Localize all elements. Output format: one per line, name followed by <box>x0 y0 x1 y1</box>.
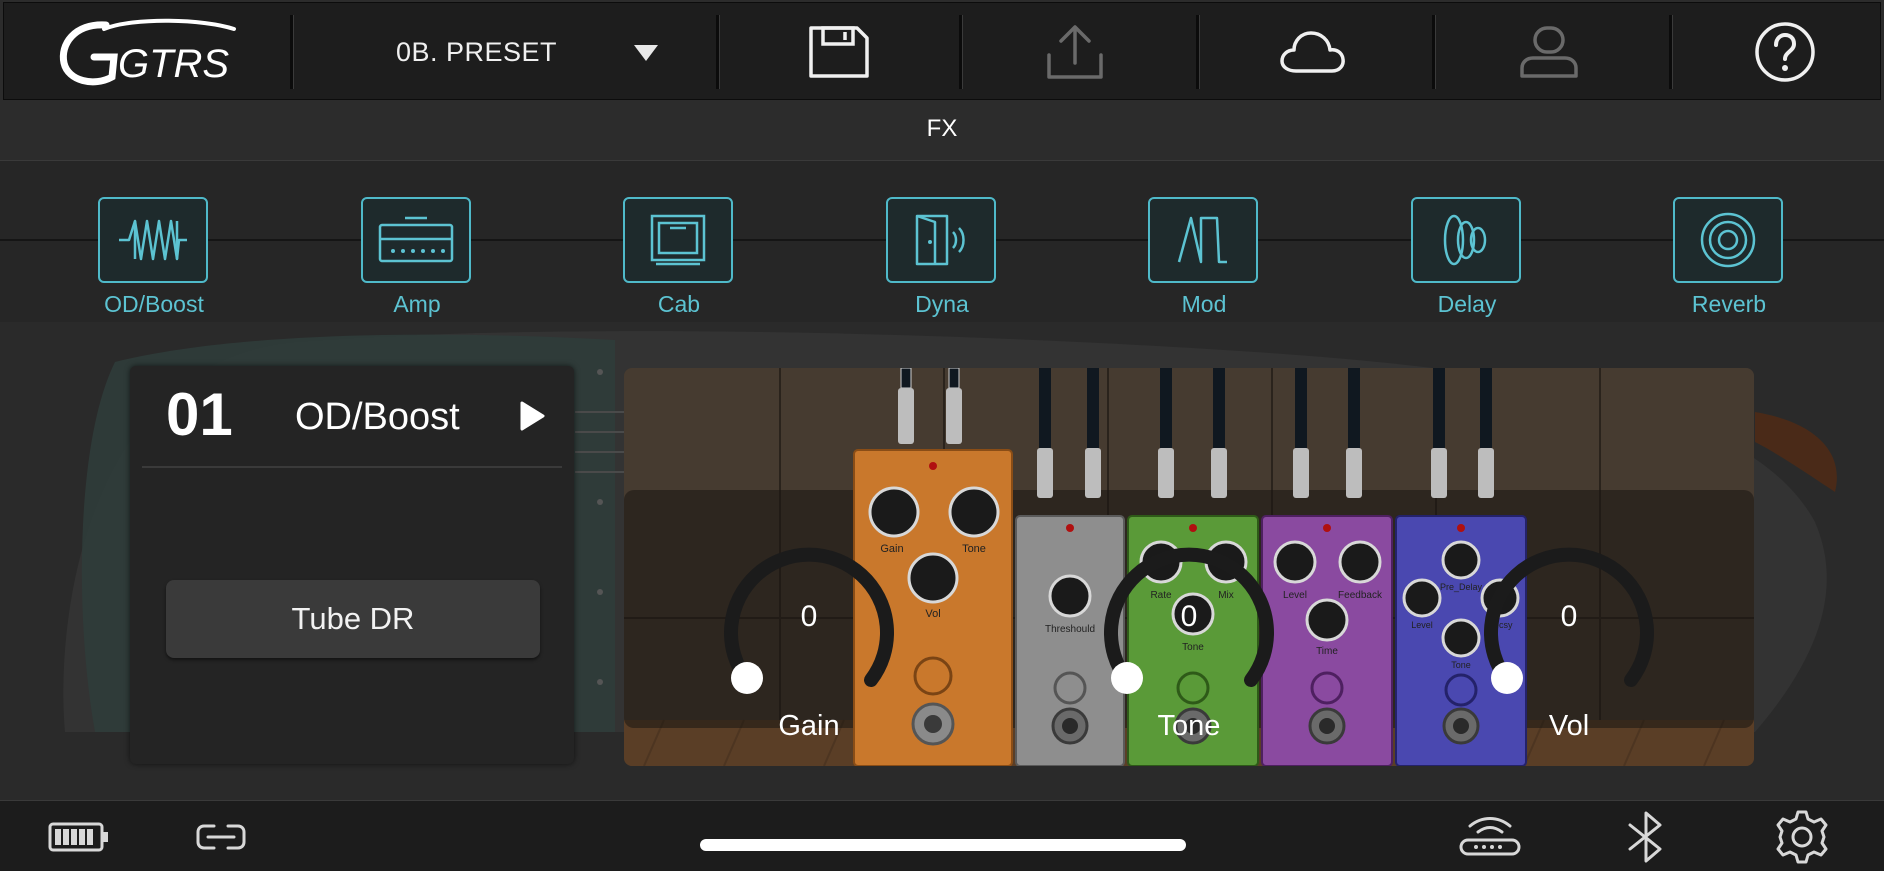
pedal-knob-label: Feedback <box>1338 590 1383 601</box>
effect-label: Reverb <box>1691 291 1767 317</box>
cloud-icon <box>1280 31 1345 73</box>
cloud-button[interactable] <box>1278 19 1348 85</box>
pedal-knob-label: Time <box>1316 646 1338 657</box>
fx-title: FX <box>926 115 958 142</box>
link-button[interactable] <box>196 815 246 859</box>
user-icon <box>1520 26 1578 78</box>
divider <box>142 466 562 468</box>
top-bar: GTRS 0B. PRESET <box>3 2 1881 100</box>
mod-icon <box>1177 216 1227 264</box>
knob-handle[interactable] <box>731 662 763 694</box>
save-button[interactable] <box>804 19 874 85</box>
effect-label: OD/Boost <box>104 291 204 317</box>
effect-cab[interactable]: Cab <box>623 197 735 318</box>
od-boost-icon <box>119 219 187 261</box>
knob-label: Vol <box>1548 710 1590 742</box>
delay-icon <box>1443 214 1487 266</box>
upload-button[interactable] <box>1040 19 1110 85</box>
logo-text: GTRS <box>118 42 229 86</box>
cab-icon <box>650 214 706 266</box>
link-icon <box>196 824 246 850</box>
preset-name[interactable]: 0B. PRESET <box>396 37 557 68</box>
module-type: OD/Boost <box>295 396 460 438</box>
separator <box>290 15 294 89</box>
gain-knob[interactable]: 0 Gain <box>714 520 904 750</box>
knob-value: 0 <box>1180 600 1198 633</box>
tone-knob[interactable]: 0 Tone <box>1094 520 1284 750</box>
effect-reverb[interactable]: Reverb <box>1673 197 1785 318</box>
pedal-knob-label: Tone <box>1451 660 1471 670</box>
separator <box>716 15 720 89</box>
module-number: 01 <box>166 381 233 448</box>
user-button[interactable] <box>1514 19 1584 85</box>
pedal-knob-label: Level <box>1283 590 1307 601</box>
wireless-button[interactable] <box>1458 815 1522 859</box>
save-icon <box>809 26 869 78</box>
effect-dyna[interactable]: Dyna <box>886 197 998 318</box>
home-indicator[interactable] <box>700 839 1186 851</box>
settings-icon <box>1776 810 1828 864</box>
help-icon <box>1755 22 1815 82</box>
module-panel: 01 OD/Boost Tube DR <box>130 366 574 764</box>
knob-value: 0 <box>800 600 818 633</box>
pedal-knob-label: Level <box>1411 620 1433 630</box>
settings-button[interactable] <box>1774 810 1830 864</box>
knob-handle[interactable] <box>1111 662 1143 694</box>
knob-label: Tone <box>1157 710 1221 742</box>
battery-icon <box>48 822 108 852</box>
effect-label: Delay <box>1437 291 1497 317</box>
effect-delay[interactable]: Delay <box>1411 197 1523 318</box>
bluetooth-button[interactable] <box>1624 811 1668 863</box>
pedal-knob-label: Vol <box>925 608 940 620</box>
preset-dropdown-icon[interactable] <box>632 41 660 65</box>
amp-icon <box>378 216 454 263</box>
separator <box>1196 15 1200 89</box>
separator <box>1669 15 1673 89</box>
model-select-button[interactable]: Tube DR <box>166 580 540 658</box>
dyna-icon <box>915 214 965 266</box>
knob-handle[interactable] <box>1491 662 1523 694</box>
pedal-knob-label: Tone <box>962 543 986 555</box>
play-icon[interactable] <box>518 400 546 432</box>
upload-icon <box>1047 25 1103 79</box>
bottom-bar <box>0 800 1884 871</box>
battery-status <box>48 815 110 859</box>
effect-label: Mod <box>1181 291 1227 317</box>
effect-amp[interactable]: Amp <box>361 197 473 318</box>
knob-value: 0 <box>1560 600 1578 633</box>
gtrs-logo: GTRS <box>59 18 236 86</box>
help-button[interactable] <box>1750 19 1820 85</box>
bluetooth-icon <box>1628 811 1662 863</box>
vol-knob[interactable]: 0 Vol <box>1474 520 1664 750</box>
pedal-knob-label: Threshould <box>1045 624 1095 635</box>
wireless-icon <box>1459 817 1521 856</box>
effect-mod[interactable]: Mod <box>1148 197 1260 318</box>
effect-od-boost[interactable]: OD/Boost <box>98 197 210 318</box>
effect-label: Dyna <box>915 291 969 317</box>
effect-chain: OD/Boost Amp Cab Dyna Mod Delay Reverb <box>0 160 1884 324</box>
effect-label: Amp <box>393 291 441 317</box>
effect-label: Cab <box>657 291 701 317</box>
knob-label: Gain <box>778 710 840 742</box>
separator <box>959 15 963 89</box>
separator <box>1432 15 1436 89</box>
reverb-icon <box>1700 212 1756 268</box>
